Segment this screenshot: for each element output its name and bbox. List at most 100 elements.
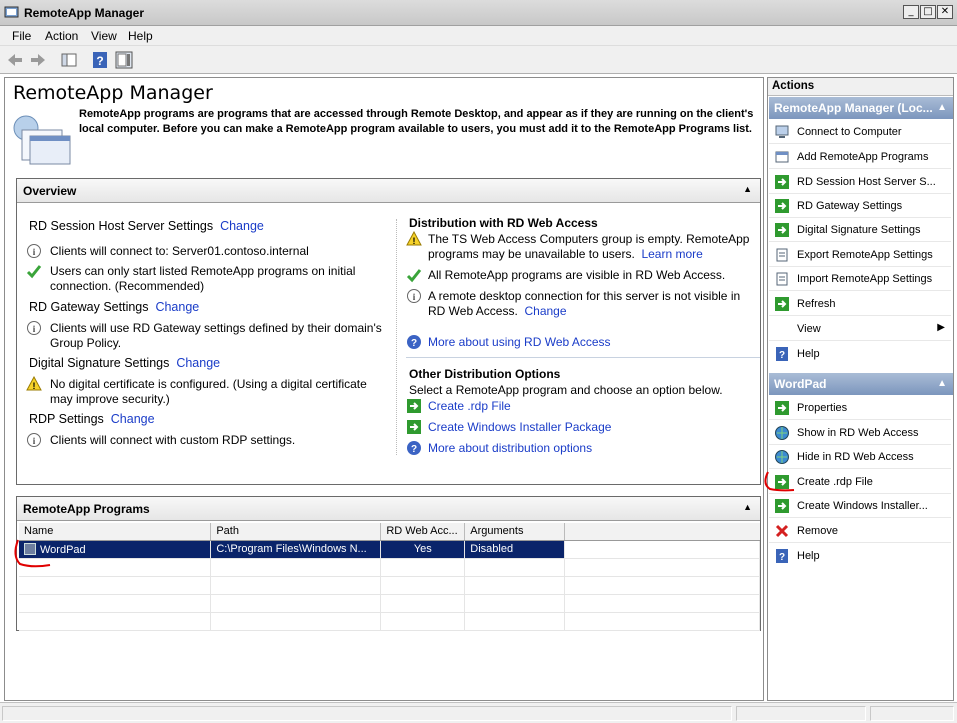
actions-group-remoteapp[interactable]: RemoteApp Manager (Loc... ▲ bbox=[769, 97, 953, 119]
webaccess-visible-text: All RemoteApp programs are visible in RD… bbox=[428, 268, 726, 282]
menu-help[interactable]: Help bbox=[128, 29, 153, 43]
green-arrow-icon bbox=[775, 175, 789, 189]
menu-file[interactable]: File bbox=[12, 29, 31, 43]
help-icon: ? bbox=[776, 347, 788, 361]
action-rdsh-settings[interactable]: RD Session Host Server S... bbox=[769, 170, 951, 194]
gateway-change-link[interactable]: Change bbox=[155, 300, 199, 314]
col-filler bbox=[564, 523, 760, 541]
actions-group-wordpad[interactable]: WordPad ▲ bbox=[769, 373, 953, 395]
create-msi-link[interactable]: Create Windows Installer Package bbox=[428, 420, 611, 435]
collapse-icon[interactable]: ▲ bbox=[937, 378, 947, 389]
action-properties[interactable]: Properties bbox=[769, 396, 951, 420]
gateway-settings-title: RD Gateway Settings Change bbox=[29, 300, 200, 314]
col-arguments[interactable]: Arguments bbox=[464, 523, 566, 541]
signature-change-link[interactable]: Change bbox=[176, 356, 220, 370]
info-icon: i bbox=[27, 244, 41, 258]
green-arrow-icon bbox=[775, 499, 789, 513]
action-show-in-rdweb[interactable]: Show in RD Web Access bbox=[769, 421, 951, 445]
maximize-button[interactable]: □ bbox=[920, 5, 936, 19]
svg-text:?: ? bbox=[411, 338, 417, 349]
globe-icon bbox=[775, 426, 789, 440]
create-rdp-link[interactable]: Create .rdp File bbox=[428, 399, 511, 414]
webaccess-title: Distribution with RD Web Access bbox=[409, 216, 598, 230]
menu-action[interactable]: Action bbox=[45, 29, 78, 43]
green-arrow-icon bbox=[407, 420, 421, 434]
collapse-icon[interactable]: ▲ bbox=[743, 502, 752, 512]
action-add-remoteapp-programs[interactable]: Add RemoteApp Programs bbox=[769, 145, 951, 169]
learn-more-link[interactable]: Learn more bbox=[641, 247, 702, 261]
other-options-title: Other Distribution Options bbox=[409, 367, 561, 381]
show-hide-console-tree-icon[interactable] bbox=[60, 51, 78, 69]
actions-pane: Actions RemoteApp Manager (Loc... ▲ Conne… bbox=[767, 77, 954, 701]
more-rdweb-link[interactable]: More about using RD Web Access bbox=[428, 335, 611, 350]
row-web-cell[interactable]: Yes bbox=[380, 540, 466, 559]
signature-settings-title: Digital Signature Settings Change bbox=[29, 356, 221, 370]
info-icon: i bbox=[27, 321, 41, 335]
remoteapp-icon bbox=[4, 6, 19, 18]
import-icon bbox=[776, 272, 788, 286]
svg-text:?: ? bbox=[779, 350, 785, 361]
programs-header[interactable]: RemoteApp Programs ▲ bbox=[17, 497, 760, 521]
svg-text:?: ? bbox=[96, 54, 103, 68]
action-remove[interactable]: Remove bbox=[769, 519, 951, 543]
row-path-cell[interactable]: C:\Program Files\Windows N... bbox=[210, 540, 382, 559]
help-icon[interactable]: ? bbox=[91, 51, 109, 69]
window-title: RemoteApp Manager bbox=[24, 6, 145, 20]
forward-icon[interactable] bbox=[29, 51, 47, 69]
export-icon bbox=[776, 248, 788, 262]
close-button[interactable]: ✕ bbox=[937, 5, 953, 19]
rdsh-change-link[interactable]: Change bbox=[220, 219, 264, 233]
submenu-arrow-icon: ▶ bbox=[937, 322, 945, 333]
rdsh-server-text: Clients will connect to: Server01.contos… bbox=[50, 244, 309, 258]
action-import-settings[interactable]: Import RemoteApp Settings bbox=[769, 267, 951, 291]
computer-icon bbox=[775, 125, 789, 138]
action-export-settings[interactable]: Export RemoteApp Settings bbox=[769, 243, 951, 267]
green-arrow-icon bbox=[775, 223, 789, 237]
overview-panel: Overview ▲ RD Session Host Server Settin… bbox=[16, 178, 761, 485]
collapse-icon[interactable]: ▲ bbox=[743, 184, 752, 194]
status-pane-3 bbox=[870, 706, 954, 721]
toolbar: ? bbox=[0, 46, 957, 74]
col-path[interactable]: Path bbox=[210, 523, 382, 541]
action-connect-to-computer[interactable]: Connect to Computer bbox=[769, 120, 951, 144]
action-signature-settings[interactable]: Digital Signature Settings bbox=[769, 218, 951, 242]
collapse-icon[interactable]: ▲ bbox=[937, 102, 947, 113]
table-row-empty bbox=[19, 612, 760, 631]
warning-icon: ! bbox=[26, 376, 42, 391]
overview-title: Overview bbox=[23, 184, 77, 198]
globe-icon bbox=[775, 450, 789, 464]
webaccess-warning-text: The TS Web Access Computers group is emp… bbox=[428, 232, 750, 261]
row-args-cell[interactable]: Disabled bbox=[464, 540, 566, 559]
gateway-text: Clients will use RD Gateway settings def… bbox=[50, 321, 382, 350]
section-divider bbox=[406, 357, 760, 358]
title-bar: RemoteApp Manager _ □ ✕ bbox=[0, 0, 957, 26]
webaccess-change-link[interactable]: Change bbox=[524, 304, 566, 318]
action-create-msi[interactable]: Create Windows Installer... bbox=[769, 494, 951, 518]
row-filler bbox=[564, 540, 760, 559]
more-distribution-link[interactable]: More about distribution options bbox=[428, 441, 592, 456]
rdp-settings-title: RDP Settings Change bbox=[29, 412, 155, 426]
overview-header[interactable]: Overview ▲ bbox=[17, 179, 760, 203]
action-help[interactable]: ? Help bbox=[769, 342, 951, 366]
action-help-wordpad[interactable]: ? Help bbox=[769, 544, 951, 568]
help-circle-icon: ? bbox=[407, 335, 421, 349]
group-title: RemoteApp Manager (Loc... bbox=[774, 101, 933, 115]
svg-text:!: ! bbox=[413, 236, 416, 246]
action-refresh[interactable]: Refresh bbox=[769, 292, 951, 316]
help-icon: ? bbox=[776, 549, 788, 563]
minimize-button[interactable]: _ bbox=[903, 5, 919, 19]
col-rdweb[interactable]: RD Web Acc... bbox=[380, 523, 466, 541]
remoteapp-programs-icon bbox=[13, 115, 71, 165]
action-view[interactable]: View ▶ bbox=[769, 317, 951, 341]
rdp-change-link[interactable]: Change bbox=[111, 412, 155, 426]
table-row[interactable]: WordPad C:\Program Files\Windows N... Ye… bbox=[19, 540, 760, 559]
action-gateway-settings[interactable]: RD Gateway Settings bbox=[769, 194, 951, 218]
show-hide-action-pane-icon[interactable] bbox=[115, 51, 133, 69]
action-hide-in-rdweb[interactable]: Hide in RD Web Access bbox=[769, 445, 951, 469]
add-programs-icon bbox=[775, 151, 789, 163]
menu-view[interactable]: View bbox=[91, 29, 117, 43]
back-icon[interactable] bbox=[6, 51, 24, 69]
webaccess-notvisible-text: A remote desktop connection for this ser… bbox=[428, 289, 741, 318]
svg-text:!: ! bbox=[33, 381, 36, 391]
programs-table: Name Path RD Web Acc... Arguments WordPa… bbox=[19, 523, 760, 631]
